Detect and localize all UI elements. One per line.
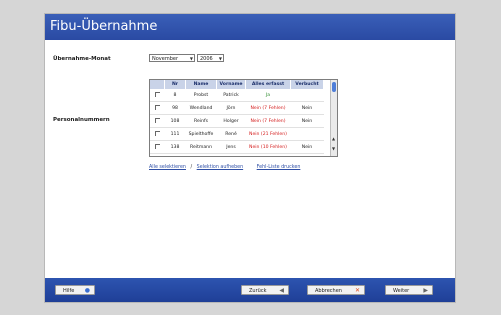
table-header-row: Nr Name Vorname Alles erfasst Verbucht <box>150 80 324 89</box>
chevron-down-icon: ▼ <box>218 56 222 61</box>
row-checkbox[interactable] <box>154 91 160 97</box>
scroll-down-icon[interactable]: ▼ <box>332 146 335 151</box>
month-select[interactable]: November ▼ <box>149 54 195 62</box>
col-header-nr: Nr <box>164 80 186 89</box>
arrow-right-icon: ▶ <box>423 287 428 294</box>
cell-verbucht <box>290 89 324 102</box>
link-separator: / <box>190 165 193 170</box>
table-row[interactable]: 138 Reitmann Jens Nein (10 Fehlen) Nein <box>150 140 324 154</box>
next-button-label: Weiter <box>393 288 410 294</box>
chevron-down-icon: ▼ <box>189 56 193 61</box>
row-checkbox[interactable] <box>154 143 160 149</box>
cell-status: Nein (7 Fehlen) <box>245 114 291 128</box>
help-circle-icon: ● <box>84 287 90 294</box>
next-button[interactable]: Weiter ▶ <box>385 285 433 295</box>
col-header-status: Alles erfasst <box>245 80 291 89</box>
table-row[interactable]: 111 Spielthoffe René Nein (21 Fehlen) <box>150 127 324 141</box>
cross-icon: ✕ <box>354 287 360 294</box>
cell-nr: 111 <box>164 127 186 141</box>
cell-status: Nein (10 Fehlen) <box>245 140 291 154</box>
cell-nr: 108 <box>164 114 186 128</box>
year-select-value: 2006 <box>200 56 213 62</box>
table-row[interactable]: 108 Reinfs Holger Nein (7 Fehlen) Nein <box>150 114 324 128</box>
help-button-label: Hilfe <box>63 288 75 294</box>
back-button[interactable]: Zurück ◀ <box>241 285 289 295</box>
month-select-value: November <box>152 56 179 62</box>
col-header-vorname: Vorname <box>216 80 246 89</box>
cell-verbucht: Nein <box>290 101 324 115</box>
year-select[interactable]: 2006 ▼ <box>197 54 224 62</box>
row-checkbox-cell[interactable] <box>150 89 165 102</box>
cell-nr: 98 <box>164 101 186 115</box>
cell-vorname: Patrick <box>216 89 246 102</box>
cell-verbucht <box>290 127 324 141</box>
row-checkbox-cell[interactable] <box>150 114 165 128</box>
col-header-verbucht: Verbucht <box>290 80 324 89</box>
cell-status: Nein (21 Fehlen) <box>245 127 291 141</box>
row-checkbox-cell[interactable] <box>150 127 165 141</box>
cell-vorname: Jörn <box>216 101 246 115</box>
row-checkbox-cell[interactable] <box>150 140 165 154</box>
cancel-button-label: Abbrechen <box>315 288 342 294</box>
row-checkbox[interactable] <box>154 130 160 136</box>
table-actions: Alle selektieren / Selektion aufheben Fe… <box>149 165 300 170</box>
arrow-left-icon: ◀ <box>279 287 284 294</box>
row-checkbox[interactable] <box>154 104 160 110</box>
cell-name: Reitmann <box>185 140 217 154</box>
cell-nr: 8 <box>164 89 186 102</box>
clear-selection-link[interactable]: Selektion aufheben <box>197 165 243 170</box>
cell-vorname: Jens <box>216 140 246 154</box>
month-label: Übernahme-Monat <box>53 56 111 62</box>
page-title: Fibu-Übernahme <box>45 14 455 40</box>
cell-vorname: René <box>216 127 246 141</box>
cell-name: Spielthoffe <box>185 127 217 141</box>
col-header-name: Name <box>185 80 217 89</box>
table-row[interactable]: 98 Wendland Jörn Nein (7 Fehlen) Nein <box>150 101 324 115</box>
cancel-button[interactable]: Abbrechen ✕ <box>307 285 365 295</box>
cell-verbucht: Nein <box>290 114 324 128</box>
select-all-link[interactable]: Alle selektieren <box>149 165 186 170</box>
cell-name: Reinfs <box>185 114 217 128</box>
cell-vorname: Holger <box>216 114 246 128</box>
scrollbar-thumb[interactable] <box>332 82 336 92</box>
cell-name: Probst <box>185 89 217 102</box>
window: Fibu-Übernahme Übernahme-Monat November … <box>44 13 456 303</box>
cell-nr: 138 <box>164 140 186 154</box>
row-checkbox[interactable] <box>154 117 160 123</box>
personnel-label: Personalnummern <box>53 117 110 123</box>
back-button-label: Zurück <box>249 288 267 294</box>
cell-verbucht: Nein <box>290 140 324 154</box>
help-button[interactable]: Hilfe ● <box>55 285 95 295</box>
row-checkbox-cell[interactable] <box>150 101 165 115</box>
select-col-header <box>150 80 165 89</box>
cell-status: Ja <box>245 89 291 102</box>
scroll-up-icon[interactable]: ▲ <box>332 136 335 141</box>
table-row[interactable]: 8 Probst Patrick Ja <box>150 89 324 102</box>
print-errors-link[interactable]: Fehl-Liste drucken <box>257 165 301 170</box>
personnel-table: Nr Name Vorname Alles erfasst Verbucht 8… <box>149 79 338 157</box>
footer-bar: Hilfe ● Zurück ◀ Abbrechen ✕ Weiter ▶ <box>45 278 455 302</box>
cell-name: Wendland <box>185 101 217 115</box>
cell-status: Nein (7 Fehlen) <box>245 101 291 115</box>
table-scrollbar[interactable]: ▲ ▼ <box>330 80 337 156</box>
